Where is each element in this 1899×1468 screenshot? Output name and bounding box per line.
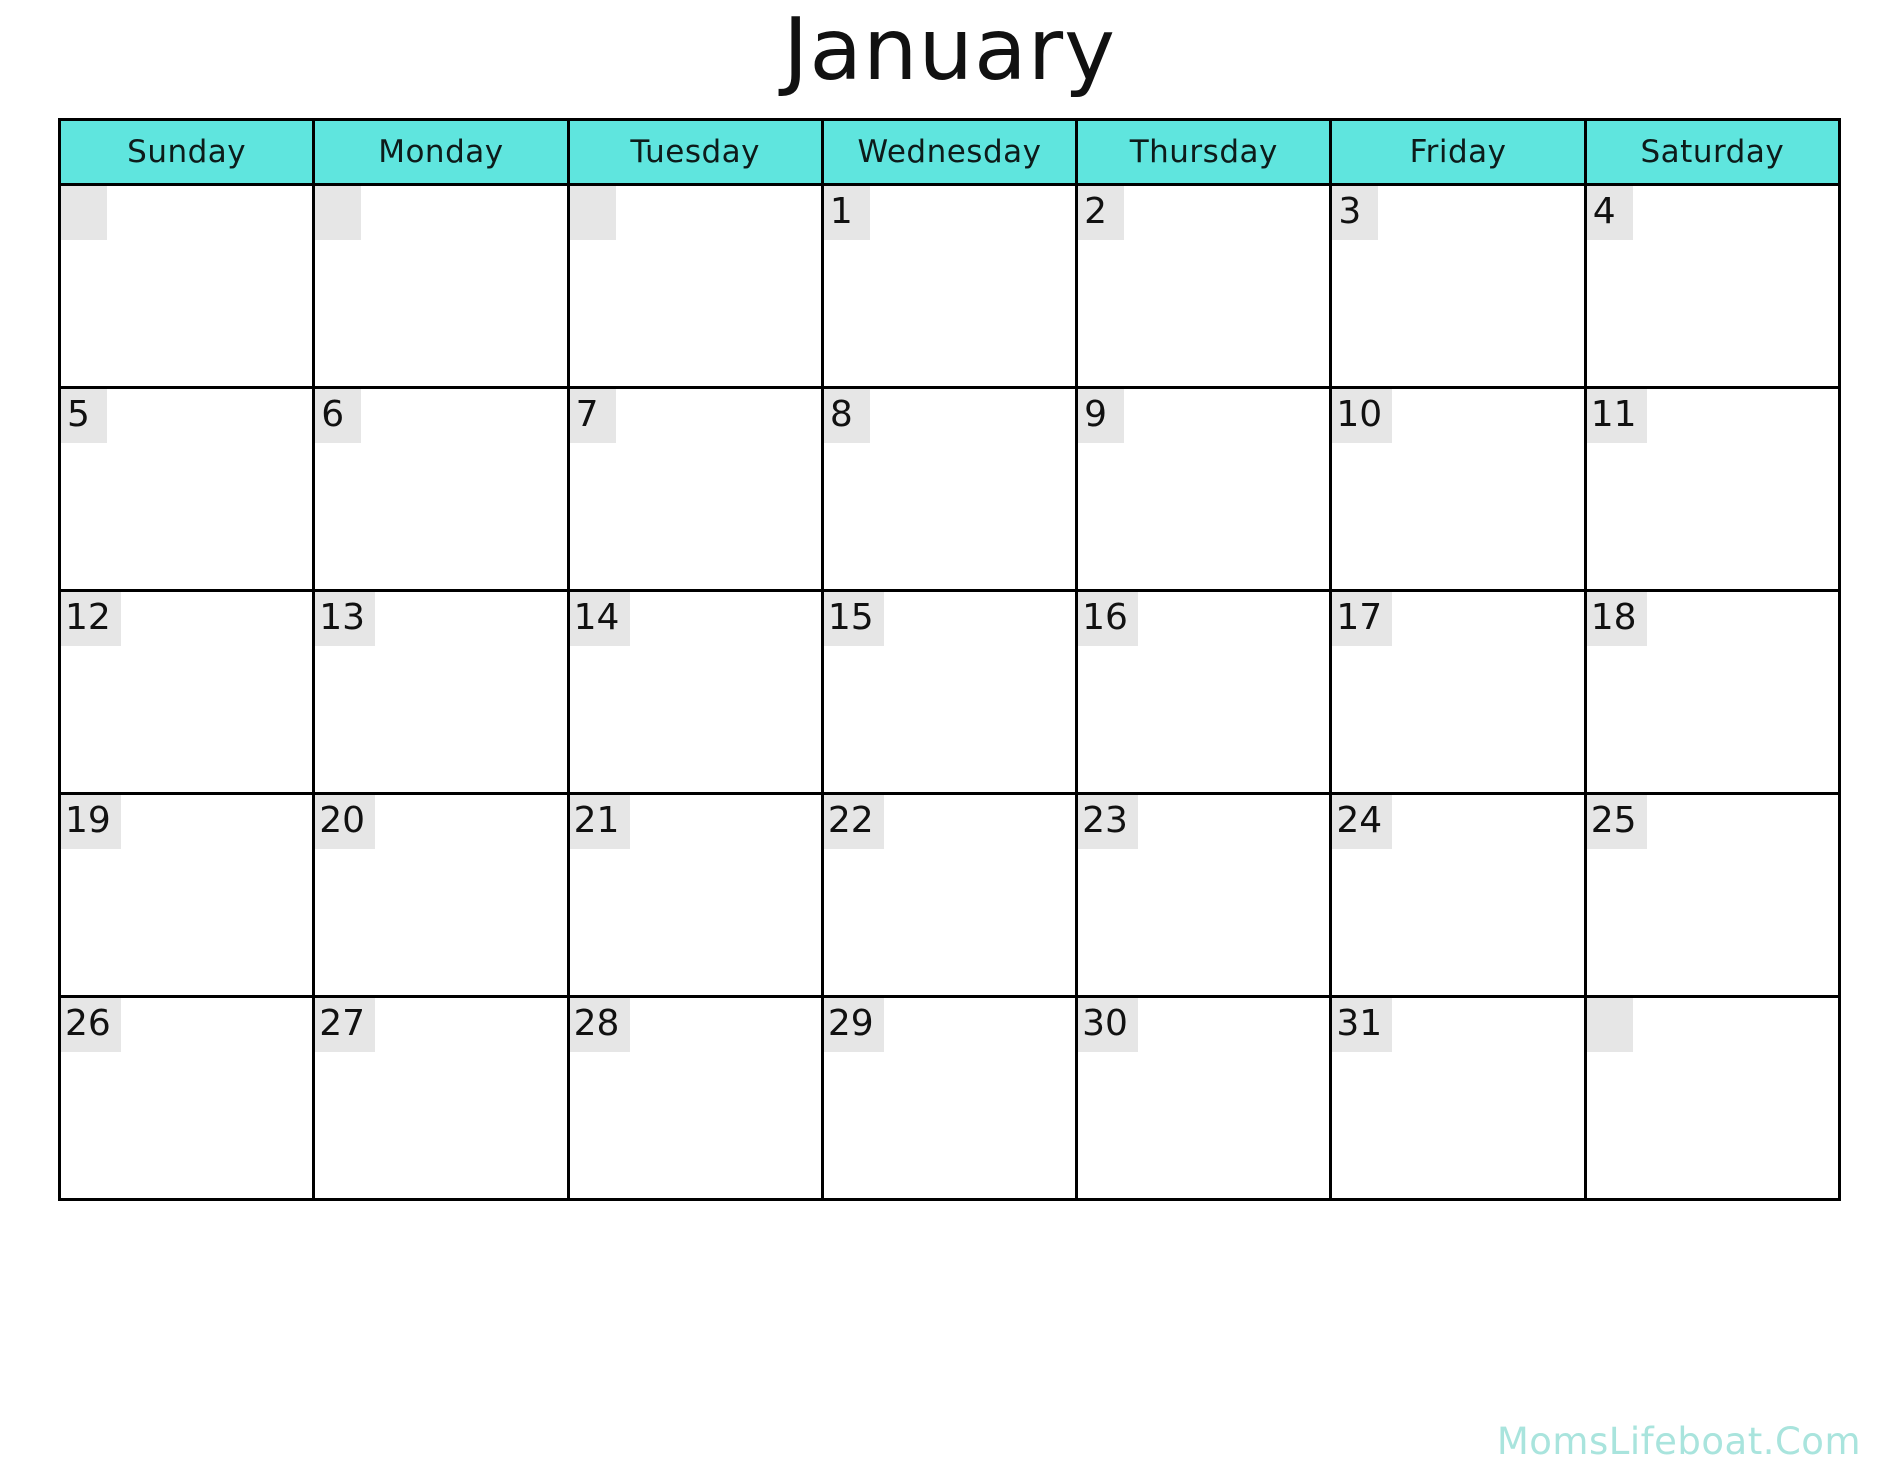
weekday-header-friday: Friday (1329, 118, 1587, 186)
day-cell[interactable]: 30 (1075, 995, 1333, 1201)
day-cell[interactable]: 6 (312, 386, 570, 592)
calendar-week-row: 12 13 14 15 16 17 18 (57, 589, 1842, 795)
calendar-page: January Sunday Monday Tuesday Wednesday … (0, 0, 1899, 1468)
day-number: 8 (823, 389, 870, 443)
weekday-header-monday: Monday (312, 118, 570, 186)
day-cell[interactable]: 14 (566, 589, 824, 795)
day-cell[interactable]: 23 (1075, 792, 1333, 998)
day-number: 24 (1332, 795, 1393, 849)
day-cell[interactable]: 20 (312, 792, 570, 998)
day-cell[interactable]: 12 (57, 589, 316, 795)
day-cell[interactable]: 5 (57, 386, 316, 592)
day-cell[interactable]: 11 (1583, 386, 1842, 592)
weekday-header-wednesday: Wednesday (820, 118, 1079, 186)
day-cell[interactable]: 15 (820, 589, 1079, 795)
day-cell[interactable]: 26 (57, 995, 316, 1201)
day-cell[interactable] (566, 183, 824, 389)
calendar-week-row: 26 27 28 29 30 31 (57, 995, 1842, 1201)
day-cell[interactable] (57, 183, 316, 389)
calendar-week-row: 19 20 21 22 23 24 25 (57, 792, 1842, 998)
day-number: 10 (1332, 389, 1393, 443)
day-number: 1 (823, 186, 870, 240)
day-number: 3 (1332, 186, 1379, 240)
day-cell[interactable]: 22 (820, 792, 1079, 998)
calendar-body: 1 2 3 4 5 6 7 8 9 10 11 12 13 14 15 16 1… (57, 183, 1842, 1201)
day-number (1586, 998, 1633, 1052)
day-cell[interactable]: 16 (1075, 589, 1333, 795)
day-number: 29 (823, 998, 884, 1052)
day-cell[interactable]: 10 (1329, 386, 1587, 592)
day-number (315, 186, 362, 240)
day-number: 19 (61, 795, 121, 849)
day-number (569, 186, 616, 240)
weekday-header-saturday: Saturday (1583, 118, 1842, 186)
day-cell[interactable]: 18 (1583, 589, 1842, 795)
calendar-week-row: 5 6 7 8 9 10 11 (57, 386, 1842, 592)
weekday-header-thursday: Thursday (1075, 118, 1333, 186)
day-cell[interactable]: 3 (1329, 183, 1587, 389)
day-number: 11 (1586, 389, 1647, 443)
day-cell[interactable]: 7 (566, 386, 824, 592)
day-number: 9 (1078, 389, 1125, 443)
day-number: 22 (823, 795, 884, 849)
day-cell[interactable]: 24 (1329, 792, 1587, 998)
day-number: 28 (569, 998, 630, 1052)
day-cell[interactable]: 28 (566, 995, 824, 1201)
day-number: 13 (315, 592, 376, 646)
day-cell[interactable]: 19 (57, 792, 316, 998)
day-cell[interactable]: 21 (566, 792, 824, 998)
day-number: 6 (315, 389, 362, 443)
calendar-header: Sunday Monday Tuesday Wednesday Thursday… (57, 118, 1842, 186)
day-number: 23 (1078, 795, 1139, 849)
day-cell[interactable] (1583, 995, 1842, 1201)
day-cell[interactable]: 2 (1075, 183, 1333, 389)
day-cell[interactable]: 13 (312, 589, 570, 795)
day-cell[interactable]: 4 (1583, 183, 1842, 389)
calendar-grid: Sunday Monday Tuesday Wednesday Thursday… (57, 118, 1842, 1201)
weekday-header-tuesday: Tuesday (566, 118, 824, 186)
weekday-header-sunday: Sunday (57, 118, 316, 186)
day-number: 12 (61, 592, 121, 646)
day-number: 2 (1078, 186, 1125, 240)
day-number: 20 (315, 795, 376, 849)
day-number: 7 (569, 389, 616, 443)
day-number: 15 (823, 592, 884, 646)
day-cell[interactable]: 1 (820, 183, 1079, 389)
day-number: 26 (61, 998, 121, 1052)
day-number: 30 (1078, 998, 1139, 1052)
day-number: 14 (569, 592, 630, 646)
day-cell[interactable]: 25 (1583, 792, 1842, 998)
site-watermark: MomsLifeboat.Com (1496, 1420, 1861, 1463)
day-cell[interactable] (312, 183, 570, 389)
day-cell[interactable]: 29 (820, 995, 1079, 1201)
day-number: 4 (1586, 186, 1633, 240)
day-cell[interactable]: 27 (312, 995, 570, 1201)
page-title: January (782, 0, 1117, 100)
day-number: 5 (61, 389, 107, 443)
day-number: 17 (1332, 592, 1393, 646)
day-cell[interactable]: 17 (1329, 589, 1587, 795)
weekday-header-row: Sunday Monday Tuesday Wednesday Thursday… (57, 118, 1842, 186)
day-number: 31 (1332, 998, 1393, 1052)
calendar-week-row: 1 2 3 4 (57, 183, 1842, 389)
day-number: 21 (569, 795, 630, 849)
day-cell[interactable]: 31 (1329, 995, 1587, 1201)
day-number: 18 (1586, 592, 1647, 646)
day-cell[interactable]: 8 (820, 386, 1079, 592)
day-number (61, 186, 107, 240)
day-number: 27 (315, 998, 376, 1052)
day-number: 25 (1586, 795, 1647, 849)
day-number: 16 (1078, 592, 1139, 646)
day-cell[interactable]: 9 (1075, 386, 1333, 592)
